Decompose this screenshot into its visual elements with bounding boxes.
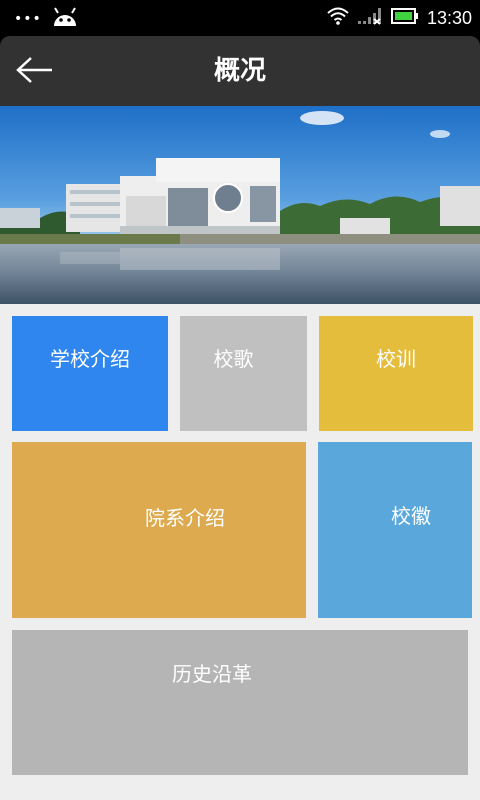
page-title: 概况 [213, 56, 266, 86]
tile-departments[interactable]: 院系介绍 [12, 442, 306, 618]
tile-label: 历史沿革 [172, 662, 252, 686]
wifi-icon [327, 7, 349, 29]
tile-history[interactable]: 历史沿革 [12, 630, 468, 775]
tile-label: 校徽 [391, 503, 431, 528]
battery-icon [390, 8, 419, 28]
tile-label: 院系介绍 [145, 505, 225, 530]
android-icon [52, 6, 78, 32]
tile-label: 校训 [376, 347, 416, 371]
status-icons: 13:30 [327, 6, 472, 30]
action-bar: 概况 [0, 36, 480, 106]
tile-label: 校歌 [213, 347, 254, 371]
notification-dots: ••• [14, 11, 42, 27]
campus-photo [0, 106, 480, 304]
tile-school-motto[interactable]: 校训 [319, 316, 473, 431]
tile-school-intro[interactable]: 学校介绍 [12, 316, 168, 431]
tile-school-song[interactable]: 校歌 [180, 316, 307, 431]
signal-icon [357, 7, 383, 29]
tile-label: 学校介绍 [50, 347, 130, 371]
header-wrapper: 概况 [0, 36, 480, 106]
tile-school-badge[interactable]: 校徽 [318, 442, 472, 618]
clock: 13:30 [426, 7, 472, 28]
status-bar: ••• 13:30 [0, 0, 480, 36]
